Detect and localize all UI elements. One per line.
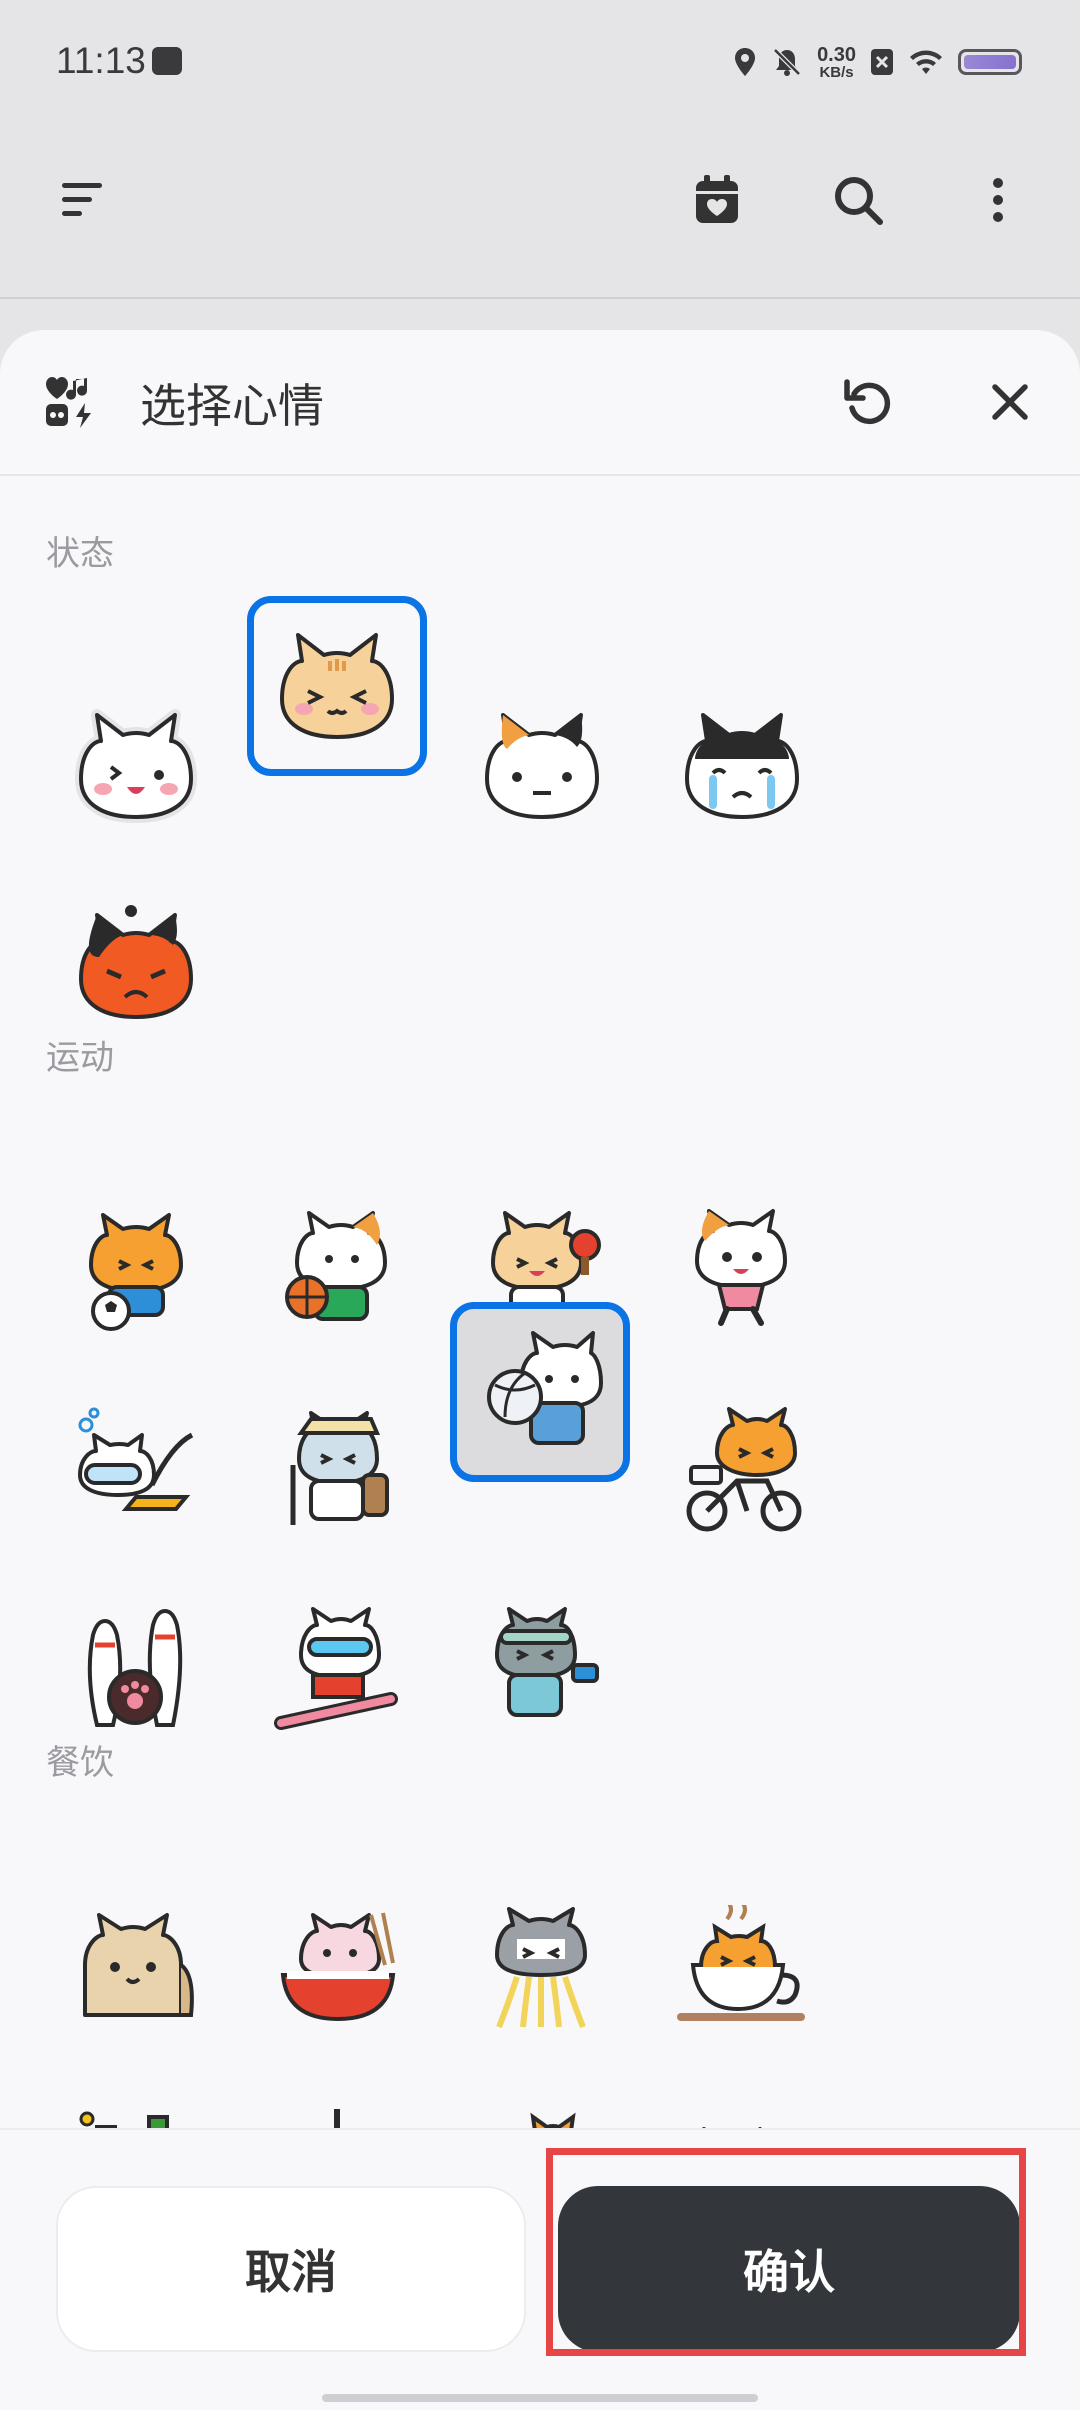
basketball-cat-sticker[interactable] [256, 1190, 416, 1350]
network-speed: 0.30 KB/s [817, 45, 856, 80]
status-time: 11:13 [56, 40, 146, 81]
bread-cat-sticker[interactable] [56, 1890, 216, 2050]
calico-cat-sticker[interactable] [462, 686, 622, 846]
reset-icon [844, 379, 891, 425]
search-icon [835, 177, 883, 225]
mute-bell-icon [773, 48, 801, 76]
diving-cat-sticker[interactable] [56, 1390, 216, 1550]
more-vertical-icon [993, 178, 1003, 222]
happy-cat-sticker[interactable] [56, 686, 216, 846]
status-bar: 11:13 0.30 KB/s [0, 0, 1080, 126]
noodle-bowl-cat-sticker[interactable] [256, 1890, 416, 2050]
squinting-tabby-cat-sticker[interactable] [247, 596, 427, 776]
sheet-header: 选择心情 [0, 330, 1080, 476]
section-label-food: 餐饮 [46, 1743, 114, 1783]
mail-notification-icon [152, 47, 182, 75]
speed-value: 0.30 [817, 43, 856, 66]
ramen-cat-sticker[interactable] [462, 1890, 622, 2050]
close-icon [992, 384, 1028, 420]
battery-icon [958, 49, 1022, 75]
status-icons: 0.30 KB/s [733, 42, 1022, 82]
section-label-sports: 运动 [46, 1038, 114, 1078]
cycling-cat-sticker[interactable] [662, 1390, 822, 1550]
wifi-icon [910, 50, 942, 74]
hiking-cat-sticker[interactable] [256, 1390, 416, 1550]
running-cat-sticker[interactable] [662, 1190, 822, 1350]
close-button[interactable] [978, 370, 1042, 434]
reset-button[interactable] [836, 370, 900, 434]
crying-cat-sticker[interactable] [662, 686, 822, 846]
more-options-button[interactable] [966, 168, 1030, 232]
coffee-cup-cat-sticker[interactable] [662, 1890, 822, 2050]
location-icon [735, 48, 756, 76]
snowboard-cat-sticker[interactable] [256, 1590, 416, 1750]
soccer-cat-sticker[interactable] [56, 1190, 216, 1350]
toolbar-divider [0, 297, 1080, 299]
calendar-heart-icon [696, 175, 738, 223]
menu-button[interactable] [50, 168, 114, 232]
weightlifting-cat-sticker[interactable] [462, 1590, 622, 1750]
angry-cat-sticker[interactable] [56, 886, 216, 1046]
volleyball-cat-sticker[interactable] [450, 1302, 630, 1482]
app-toolbar [0, 150, 1080, 250]
mood-picker-sheet: 选择心情 状态 运动 餐饮 [0, 330, 1080, 2408]
no-sim-icon [871, 49, 893, 75]
search-button[interactable] [826, 168, 890, 232]
mood-music-icon [38, 370, 102, 434]
speed-unit: KB/s [819, 63, 854, 81]
cancel-button[interactable]: 取消 [56, 2186, 526, 2352]
calendar-button[interactable] [685, 168, 749, 232]
bowling-cat-sticker[interactable] [56, 1590, 216, 1750]
confirm-highlight-box [546, 2148, 1026, 2356]
section-label-status: 状态 [46, 534, 114, 574]
sheet-title: 选择心情 [140, 379, 324, 433]
home-indicator[interactable] [322, 2394, 758, 2402]
menu-icon [62, 183, 102, 216]
